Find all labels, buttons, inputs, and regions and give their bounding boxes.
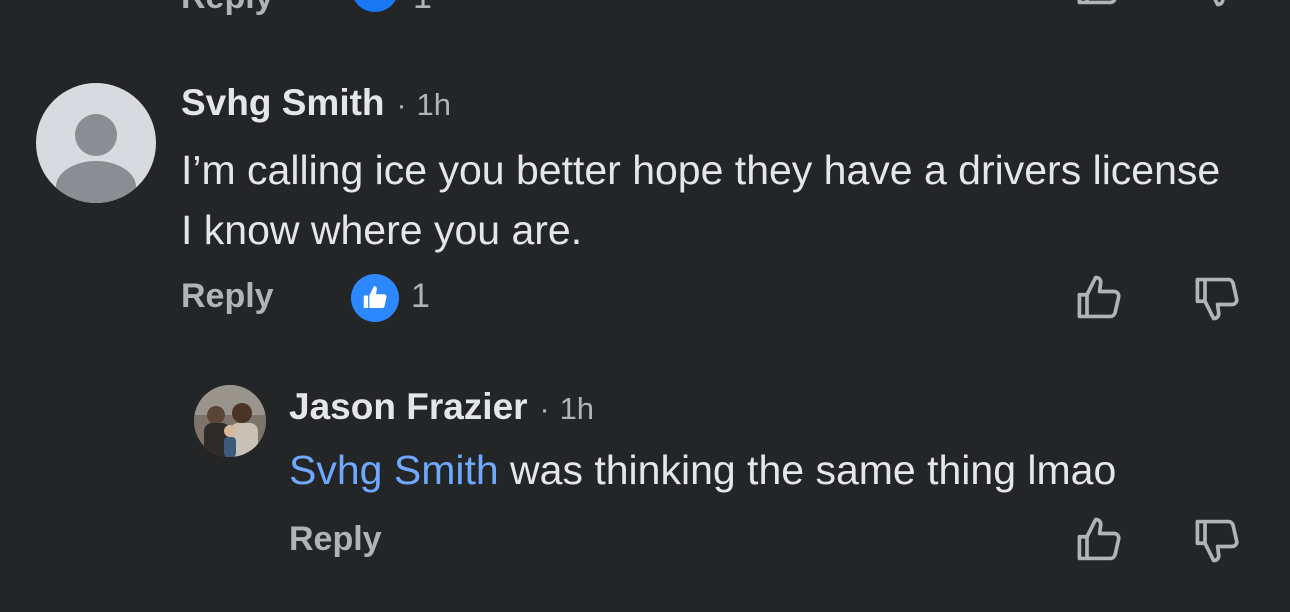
comment-text: I’m calling ice you better hope they hav… xyxy=(181,147,1221,253)
comment-text: Svhg Smith was thinking the same thing l… xyxy=(289,440,1116,500)
previous-reply-button[interactable]: Reply xyxy=(181,0,274,17)
person-silhouette-icon xyxy=(56,114,136,203)
default-avatar-icon[interactable] xyxy=(36,83,156,203)
previous-like-reaction-icon xyxy=(351,0,399,12)
thumbs-up-icon xyxy=(363,286,387,308)
reply-button[interactable]: Reply xyxy=(181,277,274,316)
thumbs-up-icon[interactable] xyxy=(1074,272,1126,324)
comment-header: Svhg Smith · 1h xyxy=(181,82,451,128)
comment-author[interactable]: Svhg Smith xyxy=(181,82,385,124)
avatar[interactable] xyxy=(194,385,266,457)
comment-timestamp[interactable]: 1h xyxy=(560,391,594,427)
previous-like-count: 1 xyxy=(413,0,432,17)
like-reaction-icon[interactable] xyxy=(351,274,399,322)
comment-header: Jason Frazier · 1h xyxy=(289,386,594,432)
comment-timestamp[interactable]: 1h xyxy=(417,87,451,123)
previous-thumbs-down-icon[interactable] xyxy=(1196,0,1248,10)
previous-thumbs-up-icon[interactable] xyxy=(1074,0,1126,10)
thumbs-down-icon[interactable] xyxy=(1192,272,1244,324)
thumbs-up-icon[interactable] xyxy=(1074,514,1126,566)
comment-author[interactable]: Jason Frazier xyxy=(289,386,528,428)
reply-button[interactable]: Reply xyxy=(289,520,382,559)
mention-link[interactable]: Svhg Smith xyxy=(289,447,499,493)
separator-dot: · xyxy=(396,89,407,122)
previous-comment-actions: Reply 1 xyxy=(0,0,1290,18)
separator-dot: · xyxy=(539,393,550,426)
like-count[interactable]: 1 xyxy=(411,277,430,316)
comment-text-body: was thinking the same thing lmao xyxy=(498,447,1117,493)
thumbs-down-icon[interactable] xyxy=(1192,514,1244,566)
comments-thread: Reply 1 Svhg Smith · 1h I’m calling ice … xyxy=(0,0,1290,612)
profile-photo xyxy=(194,385,266,457)
